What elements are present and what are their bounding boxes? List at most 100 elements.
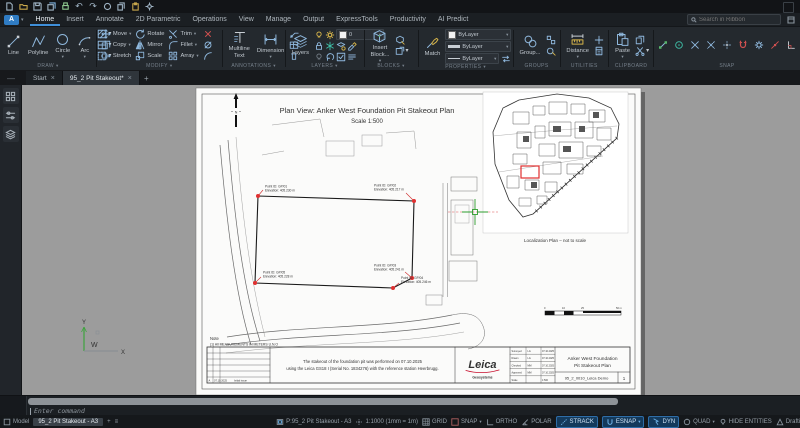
- insert-block-tool[interactable]: Insert Block... ▾: [368, 29, 391, 62]
- save-icon[interactable]: [32, 2, 42, 12]
- layer-walk-icon[interactable]: [347, 52, 357, 62]
- distance-tool[interactable]: Distance ▾: [564, 32, 591, 59]
- erase-tool[interactable]: [203, 29, 213, 39]
- layer-freeze-icon[interactable]: [325, 41, 335, 51]
- id-point-tool[interactable]: [594, 35, 604, 45]
- block-attach-tool[interactable]: ▾: [395, 46, 409, 56]
- settings-icon[interactable]: [144, 2, 154, 12]
- stretch-tool[interactable]: Stretch: [101, 51, 131, 61]
- tab-operations[interactable]: Operations: [186, 14, 232, 25]
- snap-apparent-intersection-icon[interactable]: [706, 40, 716, 50]
- paperspace-indicator[interactable]: P:95_2 Pit Stakeout - A3: [276, 418, 351, 426]
- linetype-dropdown[interactable]: ByLayer▾: [445, 53, 499, 64]
- snap-intersection-icon[interactable]: [690, 40, 700, 50]
- copy-tool[interactable]: Copy▾: [101, 40, 131, 50]
- drafting-mode[interactable]: Drafting▾: [776, 418, 800, 426]
- tabbar-collapse-icon[interactable]: —: [4, 73, 18, 83]
- new-document-icon[interactable]: [4, 2, 14, 12]
- layer-sun-icon[interactable]: [325, 30, 335, 40]
- layer-state-icon[interactable]: [336, 52, 346, 62]
- command-prompt[interactable]: Enter command: [30, 407, 85, 415]
- tab-manage[interactable]: Manage: [260, 14, 297, 25]
- layer-previous-icon[interactable]: [325, 52, 335, 62]
- snap-perpendicular-icon[interactable]: [786, 40, 796, 50]
- explode-tool[interactable]: [203, 40, 213, 50]
- search-input[interactable]: [699, 17, 777, 23]
- tab-annotate[interactable]: Annotate: [90, 14, 130, 25]
- hide-entities-toggle[interactable]: HIDE ENTITIES: [719, 418, 772, 426]
- add-layout-button[interactable]: +: [107, 419, 111, 425]
- app-logo[interactable]: A: [4, 15, 19, 25]
- rotate-tool[interactable]: Rotate: [135, 29, 164, 39]
- undo-icon[interactable]: ↶: [74, 2, 84, 12]
- ungroup-tool[interactable]: [546, 35, 556, 45]
- tab-2d-parametric[interactable]: 2D Parametric: [130, 14, 187, 25]
- multiline-text-tool[interactable]: Multiline Text: [227, 30, 252, 59]
- snap-settings-icon[interactable]: [754, 40, 764, 50]
- mirror-tool[interactable]: Mirror: [135, 40, 164, 50]
- color-dropdown[interactable]: ByLayer▾: [445, 29, 511, 40]
- save-all-icon[interactable]: [46, 2, 56, 12]
- trim-tool[interactable]: Trim▾: [168, 29, 198, 39]
- model-tab[interactable]: Model: [3, 418, 29, 426]
- cut-clip-tool[interactable]: ▾: [635, 46, 649, 56]
- drawing-canvas[interactable]: N Plan View: Anker West Foundation Pit S…: [22, 85, 800, 395]
- layer-on-icon[interactable]: [314, 30, 324, 40]
- paste-icon[interactable]: [130, 2, 140, 12]
- strack-toggle[interactable]: STRACK: [556, 416, 598, 428]
- snap-nearest-icon[interactable]: [770, 40, 780, 50]
- annotation-scale[interactable]: 1:1000 (1mm = 1m): [355, 418, 418, 426]
- quad-toggle[interactable]: QUAD▾: [683, 418, 715, 426]
- close-icon[interactable]: ×: [128, 75, 132, 82]
- redo-icon[interactable]: ↷: [88, 2, 98, 12]
- tab-output[interactable]: Output: [297, 14, 330, 25]
- copy-icon[interactable]: [116, 2, 126, 12]
- snap-magnet-icon[interactable]: [738, 40, 748, 50]
- block-editor-tool[interactable]: [395, 35, 409, 45]
- snap-point-icon[interactable]: [722, 40, 732, 50]
- array-tool[interactable]: Array▾: [168, 51, 198, 61]
- layer-lock-icon[interactable]: [314, 41, 324, 51]
- paste-tool[interactable]: Paste ▾: [613, 32, 632, 59]
- ribbon-collapse-icon[interactable]: [786, 15, 796, 24]
- copy-clip-tool[interactable]: [635, 35, 649, 45]
- arc-tool[interactable]: Arc ▾: [75, 32, 94, 59]
- layout-list-icon[interactable]: ≡: [115, 419, 119, 425]
- panels-button[interactable]: [3, 88, 19, 104]
- swap-properties-icon[interactable]: [501, 54, 511, 64]
- layers-panel-button[interactable]: [3, 126, 19, 142]
- ribbon-search[interactable]: [687, 14, 781, 25]
- match-properties-tool[interactable]: Match: [423, 35, 443, 58]
- properties-panel-button[interactable]: [3, 107, 19, 123]
- window-menu-icon[interactable]: [783, 2, 794, 13]
- print-icon[interactable]: [60, 2, 70, 12]
- snap-toggle[interactable]: SNAP▾: [451, 418, 482, 426]
- canvas-hscrollbar[interactable]: [28, 398, 618, 405]
- new-tab-button[interactable]: +: [140, 71, 153, 85]
- layer-isolate-icon[interactable]: [336, 41, 346, 51]
- tab-productivity[interactable]: Productivity: [384, 14, 432, 25]
- close-icon[interactable]: ×: [51, 75, 55, 82]
- tab-insert[interactable]: Insert: [60, 14, 90, 25]
- layers-tool[interactable]: Layers: [290, 34, 311, 57]
- open-folder-icon[interactable]: [18, 2, 28, 12]
- layer-off-icon[interactable]: [314, 52, 324, 62]
- edit-group-tool[interactable]: [546, 46, 556, 56]
- line-tool[interactable]: Line: [4, 34, 23, 57]
- polar-toggle[interactable]: POLAR: [521, 418, 551, 426]
- snap-endpoint-icon[interactable]: [658, 40, 668, 50]
- tab-home[interactable]: Home: [30, 14, 61, 26]
- snap-center-icon[interactable]: [674, 40, 684, 50]
- ortho-toggle[interactable]: ORTHO: [486, 418, 518, 426]
- group-tool[interactable]: Group...: [518, 34, 543, 57]
- doc-tab-active[interactable]: 95_2 Pit Stakeout* ×: [63, 71, 140, 85]
- polyline-tool[interactable]: Polyline: [26, 34, 50, 57]
- plot-icon[interactable]: [102, 2, 112, 12]
- doc-tab-start[interactable]: Start ×: [26, 71, 63, 85]
- break-tool[interactable]: [203, 51, 213, 61]
- fillet-tool[interactable]: Fillet▾: [168, 40, 198, 50]
- lineweight-dropdown[interactable]: ByLayer▾: [445, 41, 511, 52]
- move-tool[interactable]: Move▾: [101, 29, 131, 39]
- dimension-tool[interactable]: Dimension ▾: [255, 32, 286, 59]
- layer-match-icon[interactable]: [347, 41, 357, 51]
